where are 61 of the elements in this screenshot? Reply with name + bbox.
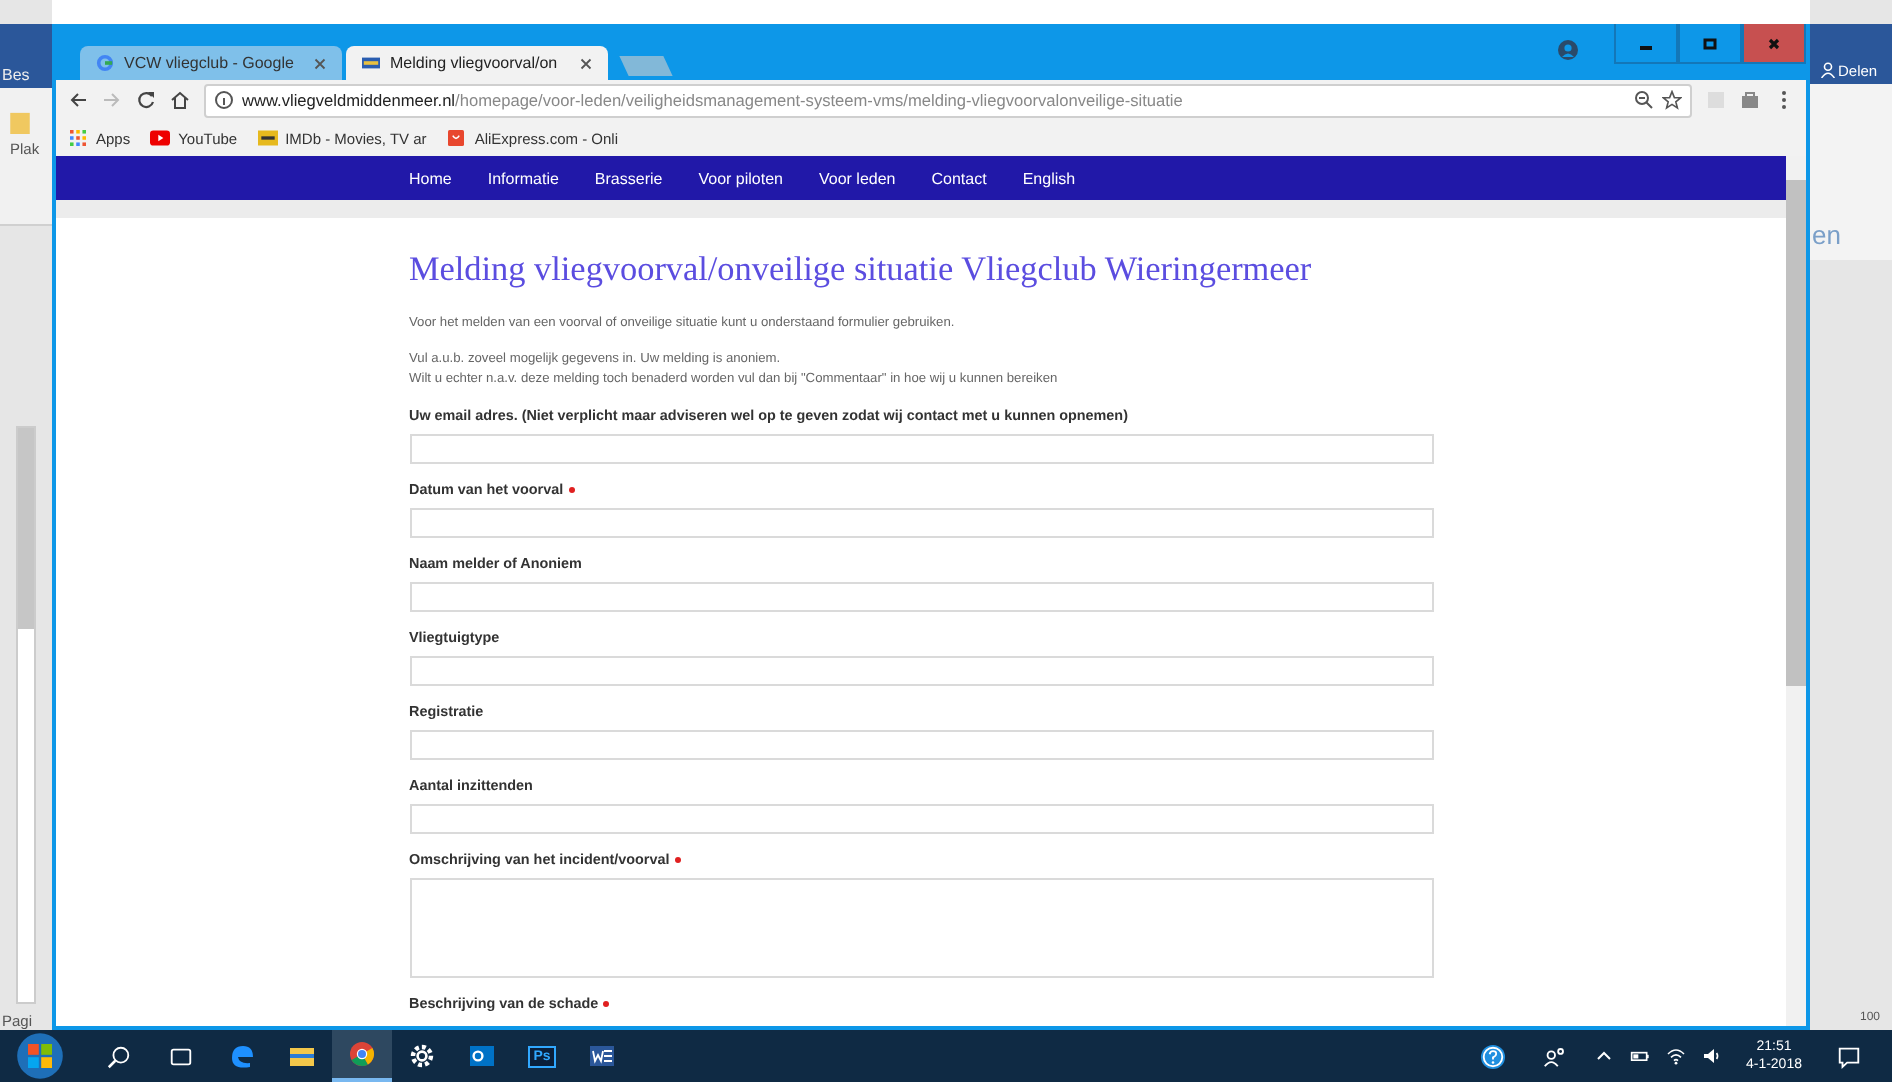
- input-field[interactable]: [409, 582, 1433, 612]
- nav-link[interactable]: Home: [409, 169, 452, 187]
- grid-icon: [68, 130, 88, 146]
- chrome-icon: [348, 1040, 376, 1068]
- start-button[interactable]: [16, 1032, 64, 1080]
- people-icon[interactable]: [1541, 1043, 1568, 1069]
- clipboard-icon: [8, 108, 32, 134]
- ribbon-label: Bes: [2, 66, 30, 84]
- person-icon: [1820, 62, 1836, 78]
- reload-icon[interactable]: [136, 90, 156, 110]
- help-icon[interactable]: [1479, 1043, 1506, 1069]
- input-field[interactable]: [409, 434, 1433, 464]
- page-title: Melding vliegvoorval/onveilige situatie Vliegclub Wieringermeer: [409, 250, 1314, 290]
- input-field[interactable]: [409, 508, 1433, 538]
- maximize-button[interactable]: [1678, 24, 1742, 64]
- title-bar: [1810, 24, 1892, 56]
- maximize-icon: [1700, 33, 1720, 53]
- browser-tab[interactable]: Melding vliegvoorval/on: [346, 46, 608, 80]
- search-icon[interactable]: [106, 1043, 132, 1069]
- speaker-icon[interactable]: [1701, 1046, 1722, 1066]
- google-icon: [96, 54, 114, 72]
- nav-link[interactable]: Informatie: [487, 169, 559, 187]
- close-icon: [1764, 33, 1784, 53]
- battery-icon[interactable]: [1629, 1046, 1650, 1066]
- home-icon[interactable]: [170, 90, 190, 110]
- bag-icon: [446, 130, 467, 146]
- bag-icon[interactable]: [1740, 90, 1760, 110]
- nav-link[interactable]: English: [1022, 169, 1076, 187]
- scroll-thumb[interactable]: [1786, 180, 1806, 686]
- task-view-icon[interactable]: [168, 1043, 194, 1069]
- wifi-icon[interactable]: [1665, 1046, 1686, 1066]
- nav-link[interactable]: Voor leden: [818, 169, 896, 187]
- site-icon: [362, 54, 380, 72]
- nav-link[interactable]: Voor piloten: [698, 169, 783, 187]
- notification-icon[interactable]: [1836, 1043, 1862, 1069]
- play-icon: [150, 130, 171, 146]
- input-field[interactable]: [409, 804, 1433, 834]
- input-field[interactable]: [409, 730, 1433, 760]
- mail-app-icon: [468, 1042, 496, 1070]
- document-app-icon: [588, 1042, 616, 1070]
- star-icon[interactable]: [1662, 90, 1682, 110]
- browser-tab[interactable]: VCW vliegclub - Google: [80, 46, 342, 80]
- close-icon[interactable]: [580, 57, 592, 69]
- nav-link[interactable]: Contact: [931, 169, 987, 187]
- gear-icon: [408, 1042, 436, 1070]
- nav-link[interactable]: Brasserie: [594, 169, 663, 187]
- url-text: www.vliegveldmiddenmeer.nl/homepage/voor-leden/veiligheidsmanagement-systeem-vms/melding-vliegvoorvalonveilige-situatie: [242, 90, 1185, 110]
- minimize-icon: [1640, 46, 1652, 50]
- close-icon[interactable]: [314, 57, 326, 69]
- close-button[interactable]: [1742, 24, 1806, 64]
- scrollbar[interactable]: [1786, 156, 1806, 1026]
- address-bar[interactable]: www.vliegveldmiddenmeer.nl/homepage/voor-leden/veiligheidsmanagement-systeem-vms/melding-vliegvoorvalonveilige-situatie: [204, 83, 1692, 117]
- browser-icon: [228, 1042, 256, 1070]
- bookmark-icon: [257, 130, 278, 146]
- info-icon[interactable]: [214, 90, 234, 110]
- profile-icon[interactable]: [1558, 40, 1578, 60]
- back-icon[interactable]: [68, 90, 88, 110]
- input-field[interactable]: [409, 656, 1433, 686]
- zoom-icon[interactable]: [1634, 90, 1654, 110]
- pane-title: en: [1810, 220, 1892, 260]
- folder-icon: [288, 1042, 316, 1070]
